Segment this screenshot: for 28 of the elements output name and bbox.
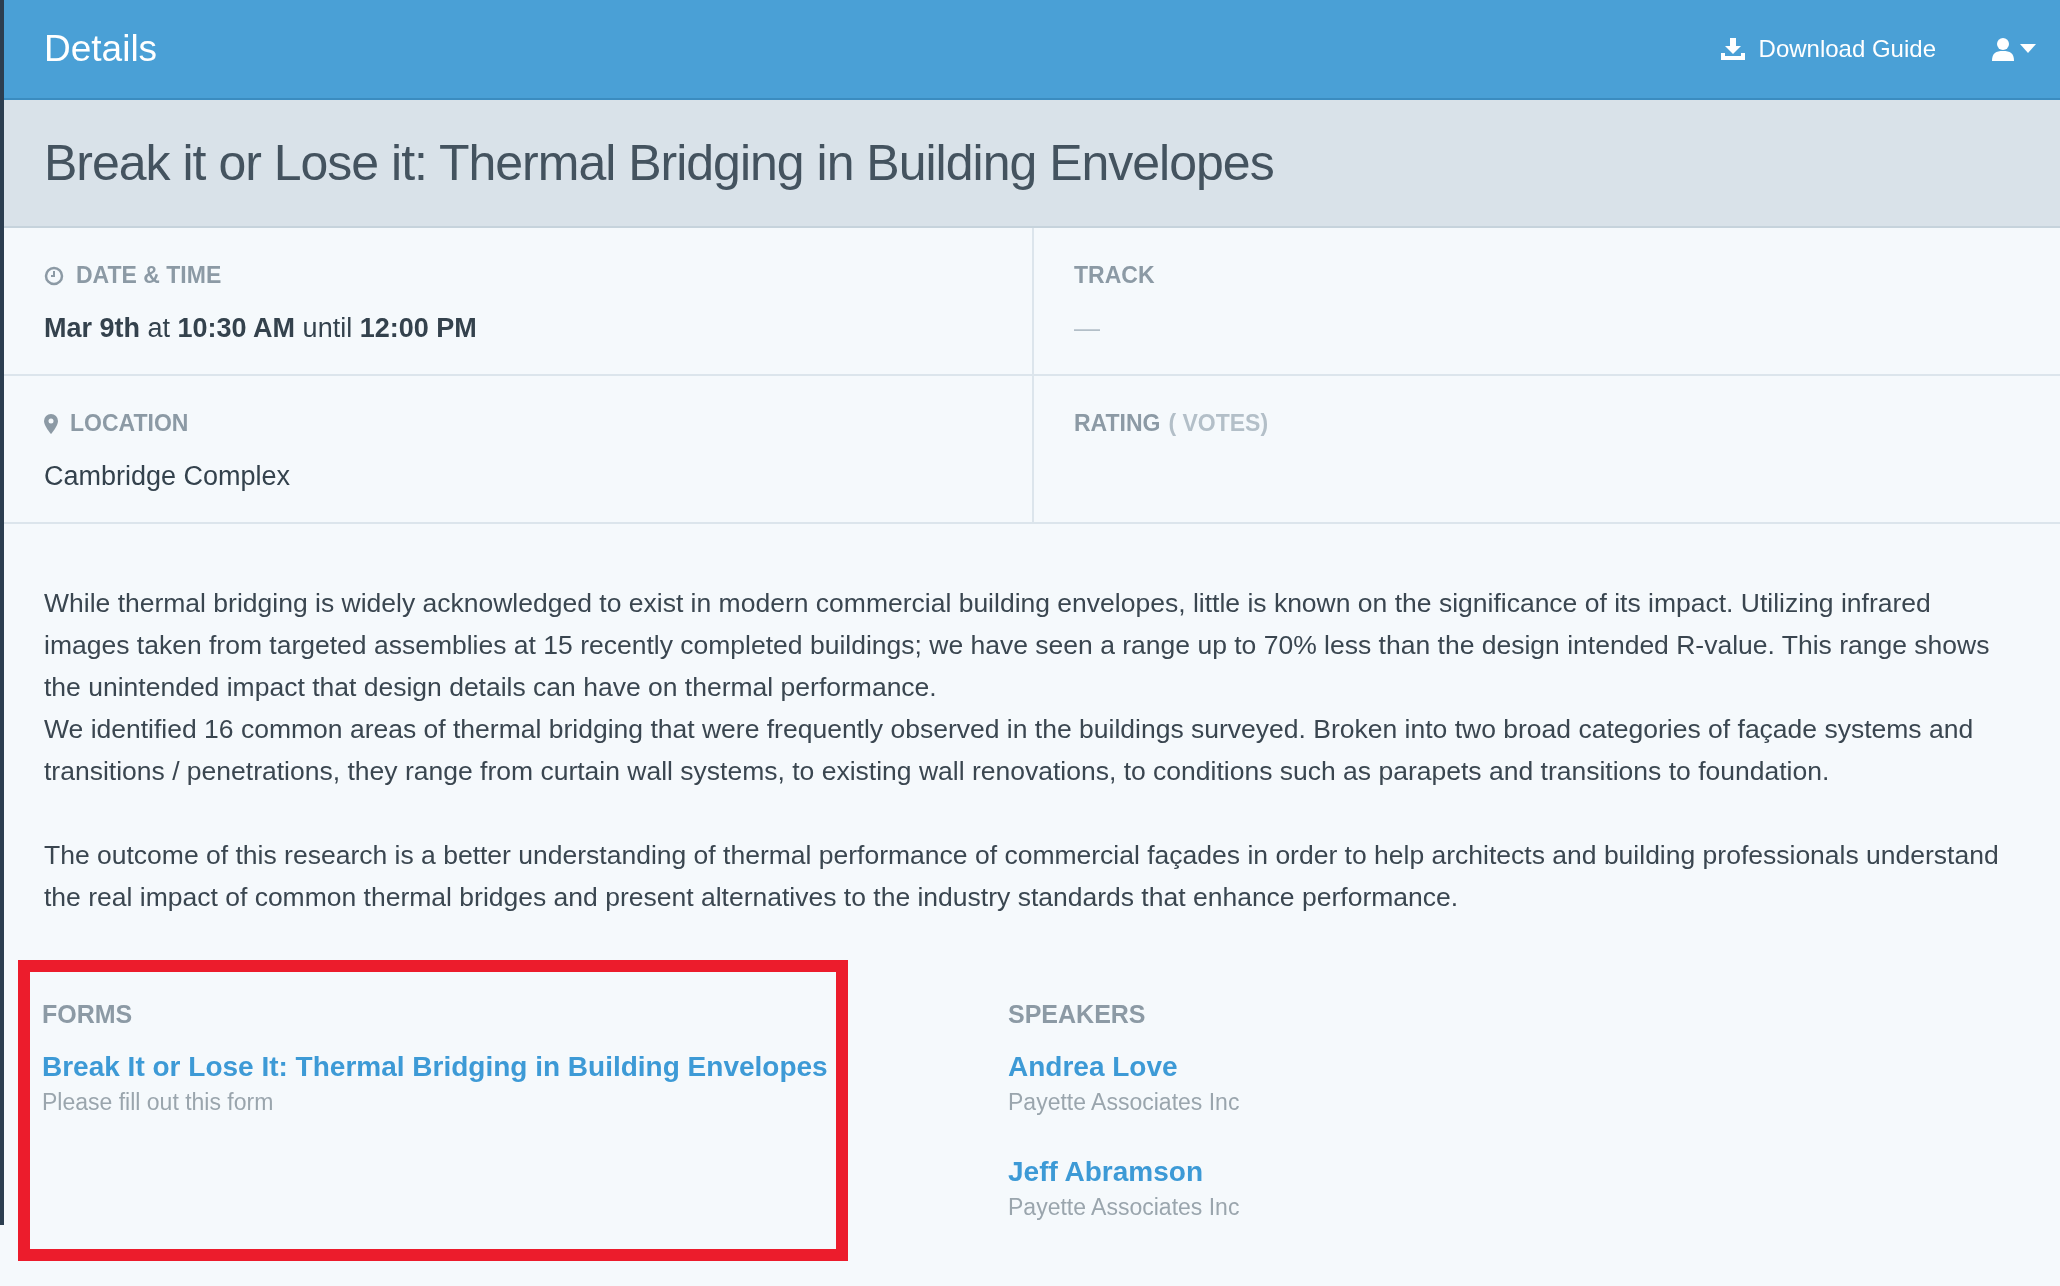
description-paragraph: We identified 16 common areas of thermal bridging that were frequently observed in the buildings surveyed. Broken into two broad categories of façade systems and transitions / penetrations, they range from curtain wall systems, to existing wall renovations, to conditions such as parapets and transitions to foundation. [44,713,1975,788]
clock-icon [44,265,64,286]
user-icon [1992,37,2014,61]
session-title: Break it or Lose it: Thermal Bridging in Building Envelopes [44,134,1274,192]
location-value: Cambridge Complex [44,461,292,492]
form-note: Please fill out this form [42,1089,275,1116]
user-menu-button[interactable] [1992,37,2036,61]
caret-icon [2020,44,2036,54]
field-label: DATE & TIME [76,262,222,289]
speaker-link[interactable]: Jeff Abramson [1008,1156,1240,1188]
field-label: RATING [1074,410,1161,437]
speaker-company: Payette Associates Inc [1008,1089,1240,1116]
page-title: Details [44,28,159,70]
votes-label: ( VOTES) [1168,410,1269,437]
form-link[interactable]: Break It or Lose It: Thermal Bridging in Building Envelopes [42,1051,826,1083]
section-heading: FORMS [42,1000,134,1029]
map-pin-icon [44,413,58,434]
download-guide-button[interactable]: Download Guide [1720,35,1936,63]
field-label: TRACK [1074,262,1155,289]
download-icon [1720,38,1745,60]
description-paragraph: The outcome of this research is a better understanding of thermal performance of commercial façades in order to help architects and building professionals understand the real impact of common thermal bridges and present alternatives to the industry standards that enhance performance. [44,839,2000,914]
speaker-link[interactable]: Andrea Love [1008,1051,1240,1083]
date-time-value: Mar 9th at 10:30 AM until 12:00 PM [44,313,478,344]
track-value: — [1074,313,1101,344]
speaker-company: Payette Associates Inc [1008,1194,1240,1221]
description-paragraph: While thermal bridging is widely acknowledged to exist in modern commercial building envelopes, little is known on the significance of its impact. Utilizing infrared images taken from targeted assemblies at 15 recently completed buildings; we have seen a range up to 70% less than the design intended R-value. This range shows the unintended impact that design details can have on thermal performance. [44,587,1991,704]
field-label: LOCATION [70,410,189,437]
section-heading: SPEAKERS [1008,1000,1147,1029]
